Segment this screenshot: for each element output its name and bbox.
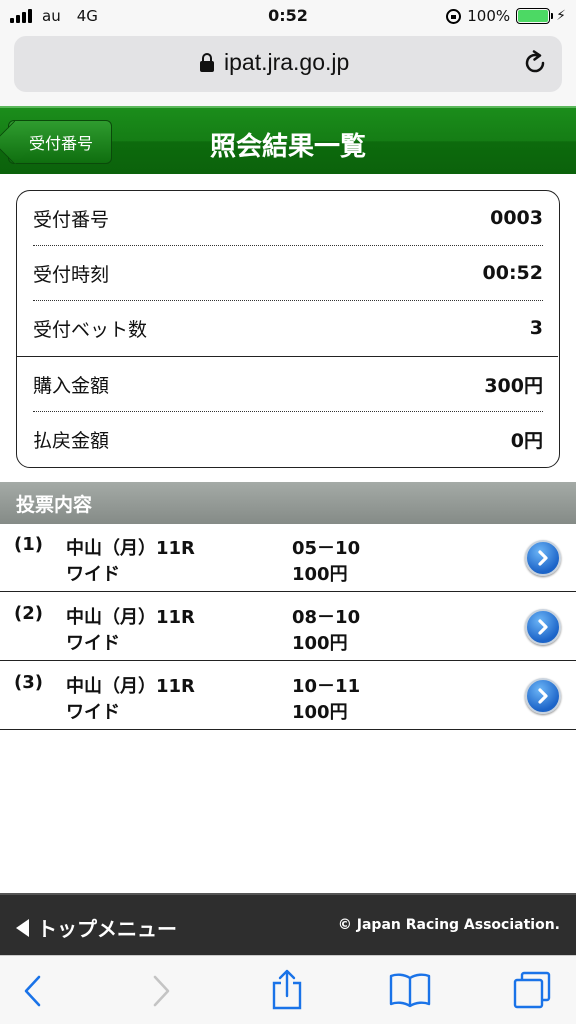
page-title: 照会結果一覧: [0, 126, 576, 163]
back-arrow-icon[interactable]: [22, 974, 44, 1008]
reload-icon[interactable]: [522, 50, 548, 76]
summary-value: 0003: [490, 207, 543, 229]
footer: トップメニュー © Japan Racing Association.: [0, 893, 576, 955]
copyright: © Japan Racing Association.: [337, 917, 560, 933]
page-title-text: 照会結果一覧: [209, 132, 366, 162]
summary-label: 受付ベット数: [33, 318, 148, 341]
summary-row-receipt-number: 受付番号 0003: [33, 191, 543, 245]
chevron-right-circle-icon[interactable]: [525, 678, 561, 714]
charging-icon: ⚡: [556, 8, 566, 24]
battery-icon: [516, 8, 554, 24]
forward-arrow-icon[interactable]: [150, 974, 172, 1008]
summary-row-purchase-amount: 購入金額 300円: [33, 357, 543, 411]
status-bar: au 4G 0:52 100% ⚡: [0, 0, 576, 32]
bet-number: (3): [14, 672, 43, 693]
bet-amount: 100円: [292, 633, 348, 654]
book-icon[interactable]: [388, 972, 432, 1008]
url-text[interactable]: ipat.jra.go.jp: [224, 49, 349, 76]
bet-row[interactable]: (3) 中山（月）11R ワイド 10－11 100円: [0, 662, 576, 730]
share-icon[interactable]: [270, 968, 304, 1010]
section-title: 投票内容: [16, 494, 93, 516]
bet-row[interactable]: (2) 中山（月）11R ワイド 08－10 100円: [0, 593, 576, 661]
summary-row-bet-count: 受付ベット数 3: [33, 301, 543, 355]
battery-percent: 100%: [467, 7, 511, 25]
bet-type: ワイド: [66, 633, 120, 654]
status-right: 100% ⚡: [446, 7, 566, 25]
bet-combination: 10－11: [292, 676, 361, 697]
summary-label: 購入金額: [33, 374, 110, 397]
address-bar[interactable]: ipat.jra.go.jp: [14, 36, 562, 92]
lock-icon: [200, 53, 214, 72]
section-header: 投票内容: [0, 482, 576, 524]
summary-card: 受付番号 0003 受付時刻 00:52 受付ベット数 3 購入金額 300円 …: [16, 190, 560, 468]
summary-value: 0円: [510, 429, 543, 452]
summary-row-receipt-time: 受付時刻 00:52: [33, 246, 543, 300]
bet-amount: 100円: [292, 702, 348, 723]
summary-label: 払戻金額: [33, 429, 110, 452]
browser-toolbar: [0, 955, 576, 1024]
bet-number: (1): [14, 534, 43, 555]
bet-amount: 100円: [292, 564, 348, 585]
app-header: 受付番号 照会結果一覧: [0, 106, 576, 174]
bet-type: ワイド: [66, 564, 120, 585]
summary-value: 00:52: [482, 262, 543, 284]
bet-race: 中山（月）11R: [66, 676, 195, 697]
browser-address-area: ipat.jra.go.jp: [0, 32, 576, 106]
summary-row-payout-amount: 払戻金額 0円: [33, 412, 543, 466]
triangle-left-icon: [16, 918, 29, 937]
bet-race: 中山（月）11R: [66, 607, 195, 628]
bet-combination: 05－10: [292, 538, 361, 559]
top-menu-link[interactable]: トップメニュー: [16, 913, 177, 942]
bet-row[interactable]: (1) 中山（月）11R ワイド 05－10 100円: [0, 524, 576, 592]
summary-value: 300円: [484, 374, 543, 397]
bet-combination: 08－10: [292, 607, 361, 628]
summary-value: 3: [529, 317, 543, 339]
top-menu-label: トップメニュー: [37, 917, 177, 941]
bet-type: ワイド: [66, 702, 120, 723]
orientation-lock-icon: [446, 8, 462, 24]
summary-label: 受付番号: [33, 208, 110, 231]
summary-label: 受付時刻: [33, 263, 110, 286]
bet-number: (2): [14, 603, 43, 624]
chevron-right-circle-icon[interactable]: [525, 540, 561, 576]
tabs-icon[interactable]: [512, 970, 552, 1010]
bet-race: 中山（月）11R: [66, 538, 195, 559]
chevron-right-circle-icon[interactable]: [525, 609, 561, 645]
